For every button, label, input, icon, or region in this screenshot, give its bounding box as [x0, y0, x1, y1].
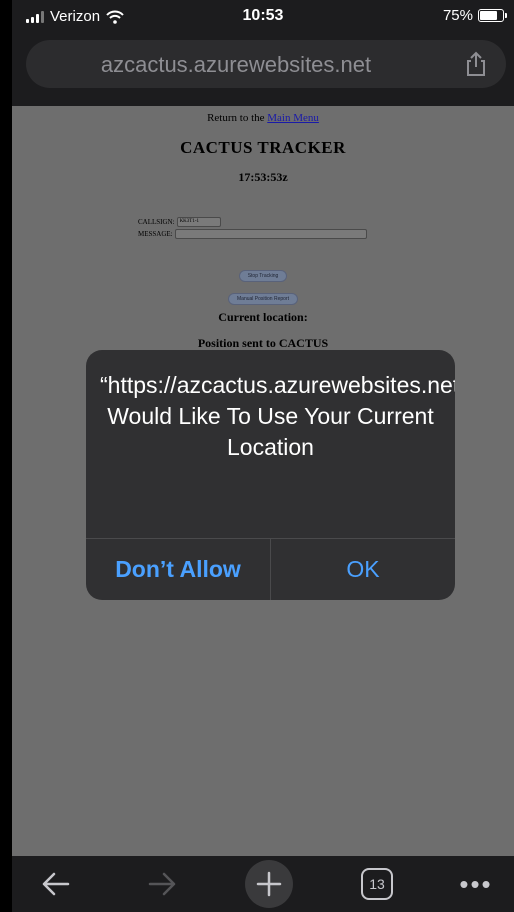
alert-message: “https://azcactus.azurewebsites.net” Wou… [100, 372, 455, 460]
page-title: CACTUS TRACKER [180, 138, 346, 157]
url-text[interactable]: azcactus.azurewebsites.net [26, 52, 446, 78]
return-line: Return to the Main Menu [12, 112, 514, 124]
alert-buttons: Don’t Allow OK [86, 538, 455, 600]
back-button[interactable] [36, 864, 76, 904]
message-label: MESSAGE: [138, 230, 173, 238]
callsign-field[interactable]: KK3T1-1 [176, 217, 221, 227]
bottom-toolbar: 13 ••• [12, 856, 514, 912]
manual-position-report-button[interactable]: Manual Position Report [228, 293, 298, 305]
status-right: 75% [442, 7, 507, 24]
status-bar: Verizon 10:53 75% [12, 0, 514, 32]
ok-button[interactable]: OK [271, 539, 455, 600]
battery-percent: 75% [442, 7, 473, 24]
address-bar[interactable]: azcactus.azurewebsites.net [26, 40, 506, 88]
stop-tracking-button[interactable]: Stop Tracking [238, 270, 288, 282]
message-row: MESSAGE: [138, 229, 367, 239]
dont-allow-button[interactable]: Don’t Allow [86, 539, 271, 600]
current-location-heading: Current location: [218, 310, 308, 324]
return-prefix: Return to the [207, 112, 268, 124]
callsign-label: CALLSIGN: [138, 218, 175, 226]
new-tab-button[interactable] [245, 860, 293, 908]
tabs-icon: 13 [361, 868, 393, 900]
forward-arrow-icon [148, 872, 176, 896]
battery-icon [478, 9, 507, 22]
forward-button[interactable] [142, 864, 182, 904]
position-sent-text: Position sent to CACTUS [197, 336, 329, 350]
stop-tracking-row: Stop Tracking [12, 264, 514, 282]
more-icon[interactable]: ••• [452, 864, 500, 904]
page-time: 17:53:53z [238, 170, 288, 184]
address-bar-area: azcactus.azurewebsites.net [12, 32, 514, 106]
manual-report-row: Manual Position Report [12, 287, 514, 305]
share-icon[interactable] [462, 50, 490, 78]
plus-icon [256, 871, 282, 897]
clock: 10:53 [242, 7, 284, 24]
tabs-button[interactable]: 13 [357, 864, 397, 904]
back-arrow-icon [42, 872, 70, 896]
callsign-row: CALLSIGN: KK3T1-1 [138, 217, 221, 227]
message-field[interactable] [174, 229, 367, 239]
location-permission-alert: “https://azcactus.azurewebsites.net” Wou… [86, 350, 455, 600]
main-menu-link[interactable]: Main Menu [267, 112, 319, 124]
